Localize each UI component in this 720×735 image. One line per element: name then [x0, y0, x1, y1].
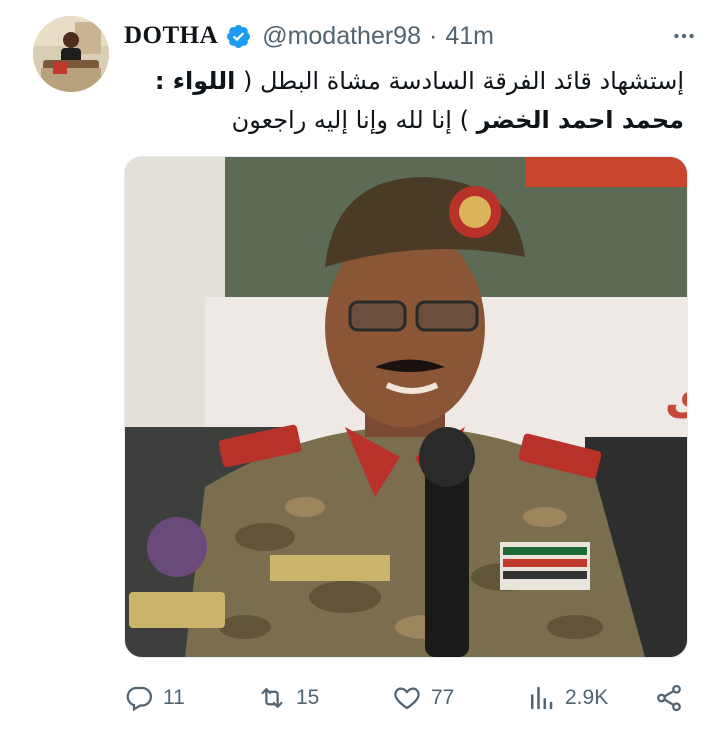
- tweet-text-part2: ) إنا لله وإنا إليه راجعون: [231, 106, 477, 134]
- banner-text: سلفت و دي... حق: [665, 363, 687, 419]
- share-icon: [657, 684, 681, 712]
- retweet-icon: [261, 688, 283, 708]
- views-button[interactable]: 2.9K: [526, 683, 608, 713]
- reply-button[interactable]: 11: [124, 683, 185, 713]
- like-count: 77: [431, 686, 455, 709]
- verified-badge-icon: [225, 23, 252, 50]
- tweet-text: إستشهاد قائد الفرقة السادسة مشاة البطل (…: [124, 62, 684, 140]
- like-button[interactable]: 77: [392, 683, 454, 713]
- avatar[interactable]: [33, 16, 109, 92]
- tweet-text-part1: إستشهاد قائد الفرقة السادسة مشاة البطل (: [235, 67, 684, 95]
- display-name[interactable]: DOTHA: [124, 22, 218, 50]
- handle[interactable]: @modather98: [262, 22, 421, 51]
- retweet-button[interactable]: 15: [257, 683, 319, 713]
- retweet-count: 15: [296, 686, 320, 709]
- more-icon[interactable]: [666, 18, 702, 54]
- views-icon: [531, 686, 553, 710]
- photo-soldier: سلفت و دي... حق: [125, 157, 687, 657]
- timestamp[interactable]: 41m: [445, 22, 494, 51]
- avatar-image: [33, 16, 109, 92]
- separator-dot: ·: [429, 21, 438, 50]
- views-count: 2.9K: [565, 686, 609, 709]
- tweet-actions: 11 15 77 2.9K: [124, 676, 686, 720]
- reply-count: 11: [163, 686, 185, 709]
- tweet-header: DOTHA @modather98 · 41m: [124, 18, 702, 54]
- reply-icon: [126, 686, 152, 712]
- tweet-media-photo[interactable]: سلفت و دي... حق: [124, 156, 688, 658]
- share-button[interactable]: [654, 683, 684, 713]
- heart-icon: [394, 687, 420, 710]
